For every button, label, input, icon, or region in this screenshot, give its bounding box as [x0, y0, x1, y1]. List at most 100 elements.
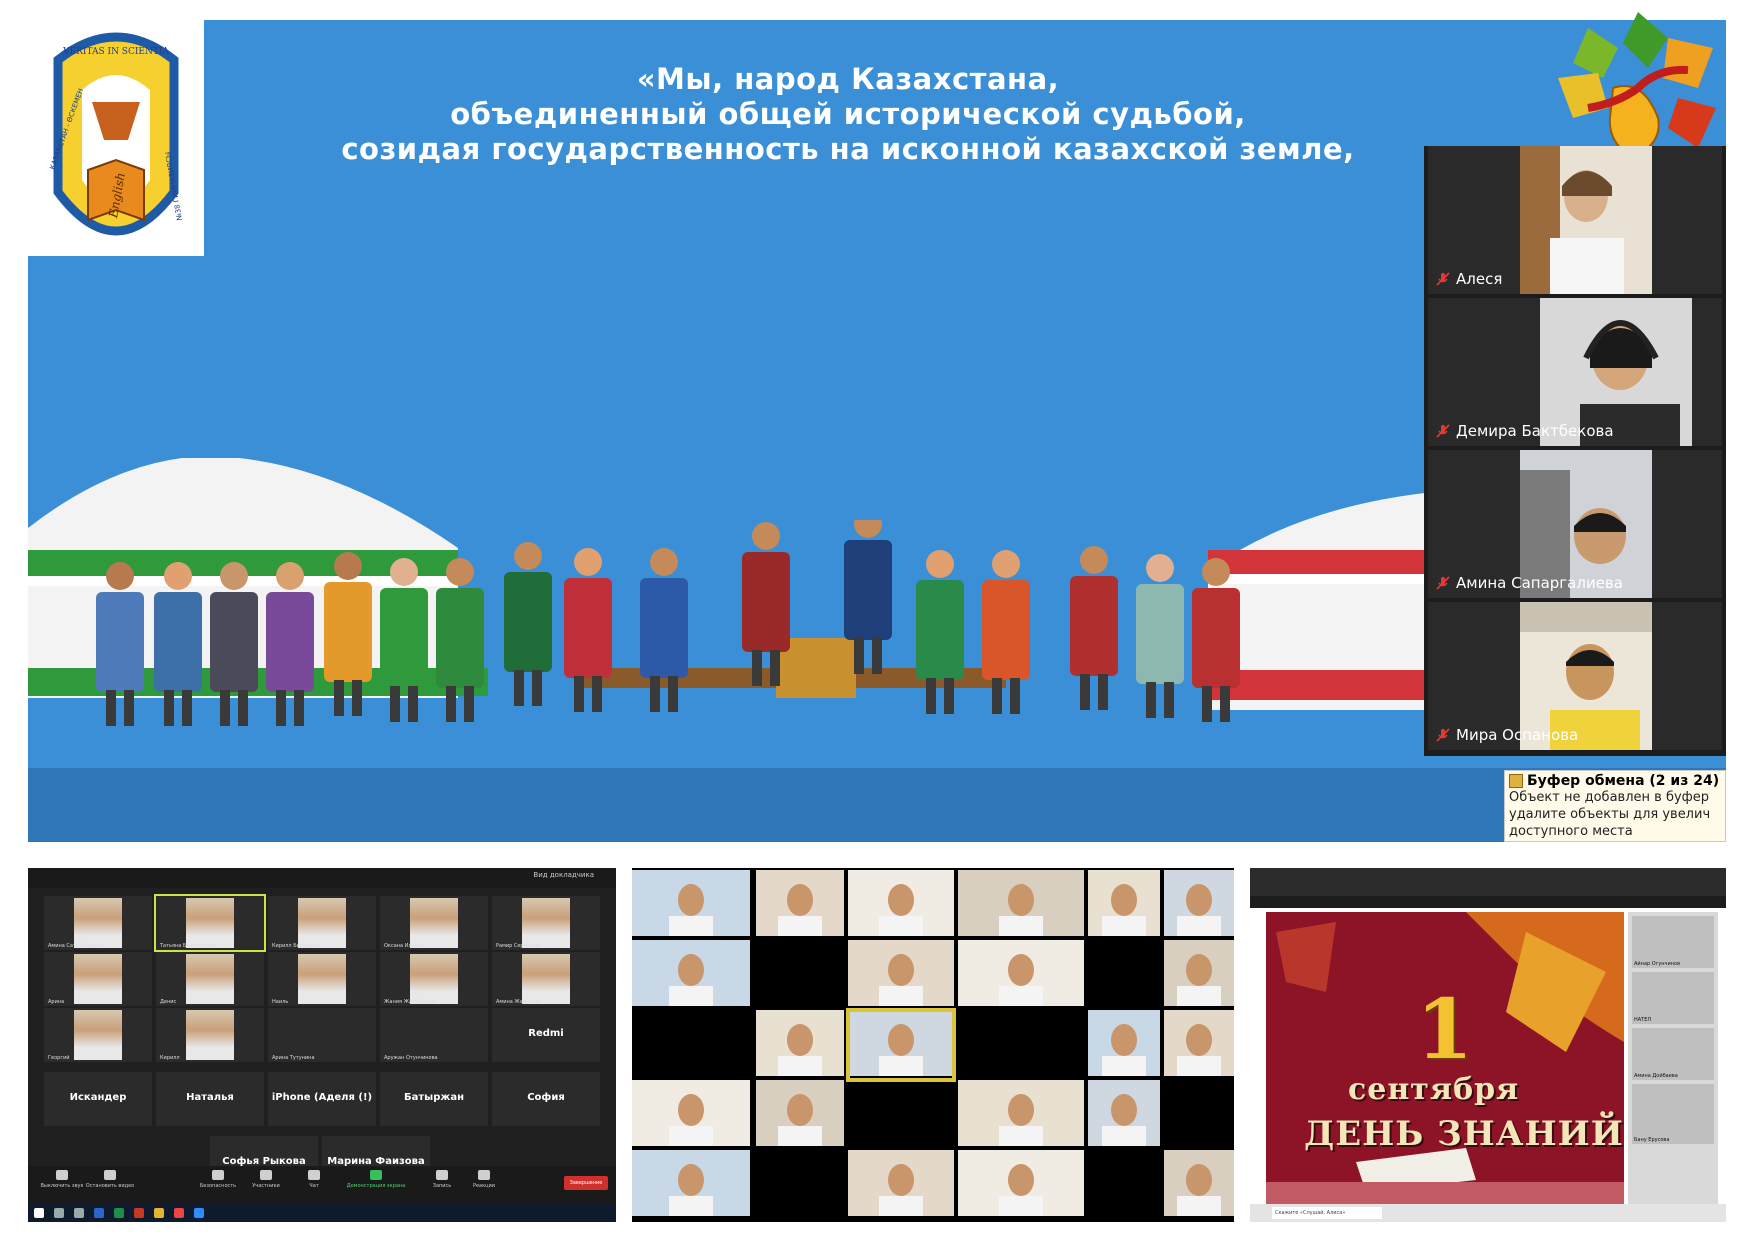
grid-participant-tile[interactable]: Кирилл Бердыков: [268, 896, 376, 950]
thumbnail-tile[interactable]: НАТЕЛ: [1632, 972, 1714, 1024]
grid-participant-tile[interactable]: Жания Жакупбаева: [380, 952, 488, 1006]
video-tile[interactable]: [756, 870, 844, 936]
chat-icon: [308, 1170, 320, 1180]
windows-start-icon[interactable]: [34, 1208, 44, 1218]
video-tile[interactable]: [1164, 1010, 1234, 1076]
video-tile[interactable]: [632, 870, 750, 936]
video-tile[interactable]: [1164, 1150, 1234, 1216]
grid-participant-tile[interactable]: Амина Жакупова: [492, 952, 600, 1006]
task-view-icon[interactable]: [74, 1208, 84, 1218]
video-tile[interactable]: [958, 940, 1084, 1006]
view-toggle[interactable]: Вид докладчика: [533, 871, 594, 879]
grid-participant-tile[interactable]: Наиль: [268, 952, 376, 1006]
thumbnail-name: Бану Ерусова: [1634, 1137, 1670, 1143]
video-tile[interactable]: [632, 1150, 750, 1216]
participant-tile[interactable]: Алеся: [1428, 146, 1722, 294]
participant-video: [74, 1010, 122, 1060]
grid-participant-tile[interactable]: Оксана Ильина: [380, 896, 488, 950]
reactions-button[interactable]: Реакции: [454, 1170, 514, 1189]
stop-video-label: Остановить видео: [85, 1183, 135, 1189]
video-tile[interactable]: [756, 1010, 844, 1076]
grid-participant-tile[interactable]: Redmi: [492, 1008, 600, 1062]
participant-name: Redmi: [528, 1028, 564, 1039]
participant-label: Жания Жакупбаева: [384, 999, 437, 1005]
clipboard-header: Буфер обмена (2 из 24): [1509, 773, 1721, 789]
participant-video: [298, 898, 346, 948]
participant-tile[interactable]: Амина Сапаргалиева: [1428, 450, 1722, 598]
grid-participant-tile[interactable]: Кирилл: [156, 1008, 264, 1062]
grid-participant-tile[interactable]: Батыржан: [380, 1072, 488, 1126]
grid-participant-tile[interactable]: Арина Тутунина: [268, 1008, 376, 1062]
excel-icon[interactable]: [114, 1208, 124, 1218]
video-tile[interactable]: [1164, 870, 1234, 936]
video-tile[interactable]: [848, 1150, 954, 1216]
folder-icon[interactable]: [154, 1208, 164, 1218]
clipboard-icon: [1509, 774, 1523, 788]
video-tile[interactable]: [1088, 1010, 1160, 1076]
video-tile[interactable]: [958, 870, 1084, 936]
grid-participant-tile[interactable]: Арина: [44, 952, 152, 1006]
participant-label: Татьяна Белоглазова: [160, 943, 217, 949]
video-tile[interactable]: [1164, 940, 1234, 1006]
title-line-3: созидая государственность на исконной ка…: [341, 132, 1355, 166]
grid-participant-tile[interactable]: Наталья: [156, 1072, 264, 1126]
video-tile[interactable]: [632, 1080, 750, 1146]
word-icon[interactable]: [94, 1208, 104, 1218]
participant-label: Аружан Отунчинова: [384, 1055, 438, 1061]
thumbnail-tile[interactable]: Айнар Огунчинов: [1632, 916, 1714, 968]
grid-participant-tile[interactable]: iPhone (Аделя (!): [268, 1072, 376, 1126]
video-tile[interactable]: [848, 870, 954, 936]
thumbnail-tile[interactable]: Амина Дойбаева: [1632, 1028, 1714, 1080]
video-tile[interactable]: [848, 940, 954, 1006]
thumbnail-name: НАТЕЛ: [1634, 1017, 1652, 1023]
grid-participant-tile[interactable]: Амина Сатыбалдина: [44, 896, 152, 950]
camera-icon: [104, 1170, 116, 1180]
share-status-bar: [1250, 896, 1726, 908]
zoom-share-toolbar: [1250, 868, 1726, 896]
grid-participant-tile[interactable]: Георгий: [44, 1008, 152, 1062]
grid-participant-tile[interactable]: Татьяна Белоглазова: [154, 894, 266, 952]
participant-name-text: Амина Сапаргалиева: [1456, 574, 1623, 592]
person-figure: [324, 552, 372, 716]
video-tile[interactable]: [1088, 1080, 1160, 1146]
video-tile[interactable]: [632, 940, 750, 1006]
grid-participant-tile[interactable]: Рамир Сергеевич: [492, 896, 600, 950]
chat-button[interactable]: Чат: [284, 1170, 344, 1189]
month-text: сентября: [1348, 1072, 1520, 1107]
thumbnail-tile[interactable]: Бану Ерусова: [1632, 1084, 1714, 1144]
grid-participant-tile[interactable]: София: [492, 1072, 600, 1126]
clipboard-notification[interactable]: Буфер обмена (2 из 24) Объект не добавле…: [1504, 770, 1726, 842]
grid-participant-tile[interactable]: Аружан Отунчинова: [380, 1008, 488, 1062]
person-figure: [436, 558, 484, 722]
video-tile[interactable]: [958, 1150, 1084, 1216]
participant-name-text: Демира Бактбекова: [1456, 422, 1614, 440]
slide-ground: [28, 768, 1726, 842]
share-screen-button[interactable]: Демонстрация экрана: [346, 1170, 406, 1189]
day-number: 1: [1416, 982, 1474, 1078]
grid-participant-tile[interactable]: Искандер: [44, 1072, 152, 1126]
title-line-1: «Мы, народ Казахстана,: [636, 62, 1060, 96]
participant-label: Наиль: [272, 999, 289, 1005]
zoom-toolbar: Выключить звук Остановить видео Безопасн…: [28, 1166, 616, 1204]
video-tile[interactable]: [1088, 870, 1160, 936]
participant-label: Амина Сатыбалдина: [48, 943, 103, 949]
participant-tile[interactable]: Мира Оспанова: [1428, 602, 1722, 750]
participant-name: Алеся: [1436, 270, 1502, 288]
video-tile[interactable]: [756, 1080, 844, 1146]
end-meeting-button[interactable]: Завершение: [564, 1176, 608, 1190]
grid-participant-tile[interactable]: Денис: [156, 952, 264, 1006]
chrome-icon[interactable]: [174, 1208, 184, 1218]
stop-video-button[interactable]: Остановить видео: [80, 1170, 140, 1189]
photo-collage: «Мы, народ Казахстана, объединенный обще…: [0, 0, 1754, 1240]
participant-tile[interactable]: Демира Бактбекова: [1428, 298, 1722, 446]
video-tile[interactable]: [848, 1010, 954, 1076]
participant-name-text: Мира Оспанова: [1456, 726, 1579, 744]
participant-label: Арина Тутунина: [272, 1055, 315, 1061]
zoom-app-icon[interactable]: [194, 1208, 204, 1218]
search-icon[interactable]: [54, 1208, 64, 1218]
participant-name: Наталья: [186, 1092, 234, 1103]
clipboard-line: доступного места: [1509, 824, 1633, 839]
powerpoint-icon[interactable]: [134, 1208, 144, 1218]
voice-search-box[interactable]: Скажите «Слушай, Алиса»: [1272, 1207, 1382, 1219]
video-tile[interactable]: [958, 1080, 1084, 1146]
